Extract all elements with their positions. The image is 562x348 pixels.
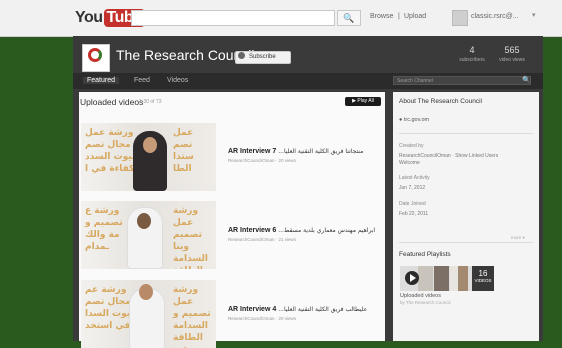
upload-link[interactable]: Upload	[404, 13, 426, 20]
subscriber-label: subscribers	[459, 57, 485, 63]
video-thumbnail-2[interactable]: ورشة ع تصميم و مة والك ـمدام ورشة عمل تصميم …	[81, 201, 216, 269]
playlist-name[interactable]: Uploaded videos	[400, 293, 441, 299]
video-title-3[interactable]: AR Interview 4 ...عليطالب فريق الكلية ال…	[228, 306, 367, 313]
browse-link[interactable]: Browse	[370, 13, 393, 20]
play-icon[interactable]	[405, 271, 419, 285]
divider	[399, 242, 533, 243]
playlist-count-badge: 16 VIDEOS	[472, 266, 494, 291]
date-joined-label: Date Joined	[399, 201, 426, 207]
latest-activity-value: Jun 7, 2012	[399, 185, 426, 191]
search-button[interactable]: 🔍	[337, 10, 361, 26]
video-meta-3: ResearchCouncilOman · 20 views	[228, 316, 297, 321]
search-icon: 🔍	[343, 13, 355, 23]
video-thumbnail-3[interactable]: ورشة عم ي مجال تصم ييوت السدا ة في استخد ور…	[81, 280, 216, 348]
search-input[interactable]	[131, 10, 335, 26]
channel-search-input[interactable]: Search Channel	[393, 76, 531, 85]
created-by-label: Created by	[399, 143, 424, 149]
chevron-down-icon[interactable]: ▾	[532, 11, 536, 19]
subscriber-count: 4	[469, 45, 475, 55]
video-title-1[interactable]: AR Interview 7 ...منتجاتنا فريق الكلية ا…	[228, 148, 363, 155]
created-by-value[interactable]: ResearchCouncilOman · Show Linked Users	[399, 153, 498, 159]
views-label: video views	[499, 57, 525, 63]
channel-logo[interactable]	[82, 44, 110, 72]
channel-title[interactable]: The Research Council	[116, 47, 255, 63]
subscribe-icon	[238, 52, 245, 59]
created-by-extra: Welcome	[399, 160, 420, 166]
tab-featured[interactable]: Featured	[83, 77, 120, 84]
play-all-button[interactable]: ▶ Play All	[345, 97, 381, 106]
playlists-title: Featured Playlists	[399, 251, 451, 258]
section-count: 1-30 of 73	[139, 99, 162, 105]
divider	[399, 133, 533, 134]
video-meta-2: ResearchCouncilOman · 21 views	[228, 237, 297, 242]
video-thumbnail-1[interactable]: ورشة عمل في مجال تصم لبيوت السدد الكفاءة في…	[81, 123, 216, 191]
video-meta-1: ResearchCouncilOman · 20 views	[228, 158, 297, 163]
divider-bar: |	[398, 13, 400, 20]
avatar[interactable]	[452, 10, 468, 26]
about-title: About The Research Council	[399, 98, 482, 105]
subscribe-button[interactable]: Subscribe	[235, 51, 291, 64]
latest-activity-label: Latest Activity	[399, 175, 430, 181]
tab-videos[interactable]: Videos	[167, 77, 188, 84]
date-joined-value: Feb 22, 2011	[399, 211, 429, 217]
website-link[interactable]: ● trc.gov.om	[399, 117, 429, 123]
user-account[interactable]: classic.rsrc@...	[471, 13, 519, 20]
section-title: Uploaded videos	[80, 97, 144, 107]
video-title-2[interactable]: AR Interview 6 ...ابراهيم مهندس معماري ب…	[228, 227, 375, 234]
search-icon[interactable]: 🔍	[522, 76, 531, 84]
playlist-owner: by The Research Council	[400, 300, 451, 305]
globe-icon: ●	[399, 117, 403, 123]
more-link[interactable]: more ▾	[511, 235, 525, 241]
tab-feed[interactable]: Feed	[134, 77, 150, 84]
views-count: 565	[504, 45, 520, 55]
